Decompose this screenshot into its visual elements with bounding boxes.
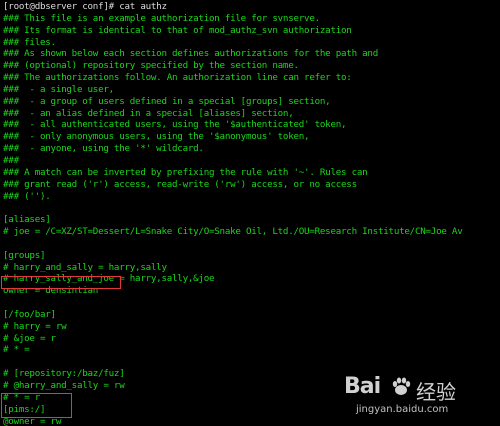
comment-line: ### - a group of users defined in a spec…	[3, 96, 500, 108]
comment-line: ###	[3, 155, 500, 167]
line-text: ###	[3, 154, 19, 166]
line-text: ### - all authenticated users, using the…	[3, 119, 347, 131]
jingyan-brand-text: 经验	[416, 380, 456, 404]
comment-line: ### (optional) repository specified by t…	[3, 60, 500, 72]
comment-line: ### ('').	[3, 191, 500, 203]
config-line: [groups]	[3, 250, 500, 262]
watermark-url: jingyan.baidu.com	[356, 404, 449, 415]
shell-prompt-line: [root@dbserver conf]# cat authz	[3, 1, 500, 13]
line-text: # harry_and_sally = harry,sally	[3, 261, 167, 273]
comment-line: ### The authorizations follow. An author…	[3, 72, 500, 84]
line-text: ### - a single user,	[3, 83, 114, 95]
line-text: # &joe = r	[3, 332, 56, 344]
line-text: ### A match can be inverted by prefixing…	[3, 166, 368, 178]
baidu-jingyan-watermark: Bai 经验 jingyan.baidu.com	[344, 374, 494, 424]
comment-line: ### grant read ('r') access, read-write …	[3, 179, 500, 191]
line-text: ### - anyone, using the '*' wildcard.	[3, 143, 204, 155]
line-text: ### files.	[3, 36, 56, 48]
pims-block-highlight	[1, 393, 72, 418]
line-text: ### - only anonymous users, using the '$…	[3, 131, 310, 143]
comment-line: ### This file is an example authorizatio…	[3, 13, 500, 25]
config-line: [/foo/bar]	[3, 309, 500, 321]
terminal-window[interactable]: [root@dbserver conf]# cat authz ### This …	[0, 0, 500, 426]
line-text: [aliases]	[3, 214, 51, 226]
line-text: [root@dbserver conf]# cat authz	[3, 1, 167, 12]
line-text: # * =	[3, 344, 30, 356]
comment-line: ### Its format is identical to that of m…	[3, 25, 500, 37]
line-text: # harry = rw	[3, 320, 67, 332]
baidu-logo-text: Bai	[344, 374, 381, 399]
comment-line: ### - an alias defined in a special [ali…	[3, 108, 500, 120]
line-text: [groups]	[3, 249, 46, 261]
line-text: ### - a group of users defined in a spec…	[3, 95, 331, 107]
config-line: [aliases]	[3, 214, 500, 226]
line-text: ### Its format is identical to that of m…	[3, 24, 352, 36]
comment-line: ### As shown below each section defines …	[3, 48, 500, 60]
comment-line: ### files.	[3, 37, 500, 49]
comment-line: # &joe = r	[3, 333, 500, 345]
line-text: # @harry_and_sally = rw	[3, 380, 125, 391]
line-text: # joe = /C=XZ/ST=Dessert/L=Snake City/O=…	[3, 226, 463, 238]
line-text: ### ('').	[3, 190, 51, 202]
comment-line: # harry = rw	[3, 321, 500, 333]
line-text: # [repository:/baz/fuz]	[3, 368, 125, 380]
comment-line: ### - anyone, using the '*' wildcard.	[3, 143, 500, 155]
comment-line: ### A match can be inverted by prefixing…	[3, 167, 500, 179]
line-text: ### (optional) repository specified by t…	[3, 60, 299, 72]
comment-line: ### - only anonymous users, using the '$…	[3, 131, 500, 143]
line-text: [/foo/bar]	[3, 308, 56, 320]
paw-icon	[392, 377, 411, 395]
comment-line: # harry_and_sally = harry,sally	[3, 262, 500, 274]
comment-line: ### - a single user,	[3, 84, 500, 96]
comment-line: ### - all authenticated users, using the…	[3, 119, 500, 131]
line-text: ### - an alias defined in a special [ali…	[3, 107, 294, 119]
line-text: ### grant read ('r') access, read-write …	[3, 178, 357, 190]
line-text: ### The authorizations follow. An author…	[3, 72, 352, 84]
terminal-output: [root@dbserver conf]# cat authz ### This …	[3, 1, 500, 426]
line-text: ### As shown below each section defines …	[3, 48, 378, 60]
comment-line: # joe = /C=XZ/ST=Dessert/L=Snake City/O=…	[3, 226, 500, 238]
owner-line-highlight	[1, 276, 121, 289]
line-text: ### This file is an example authorizatio…	[3, 12, 320, 24]
comment-line: # * =	[3, 344, 500, 356]
